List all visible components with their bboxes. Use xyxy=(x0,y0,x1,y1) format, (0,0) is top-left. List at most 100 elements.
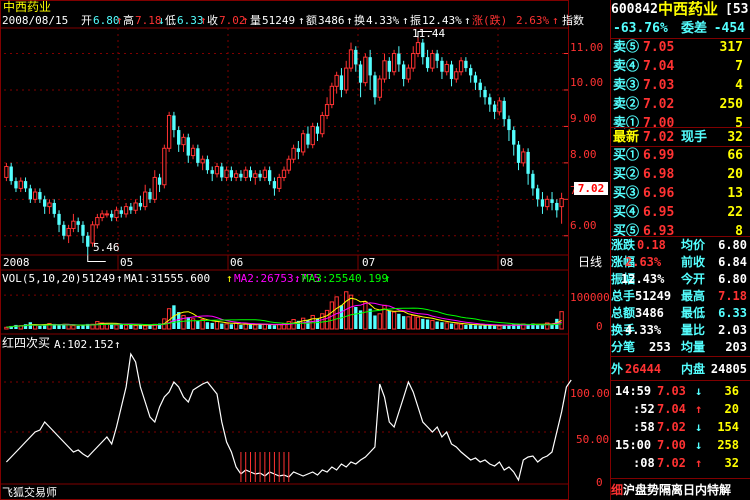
volume-bar xyxy=(186,317,190,329)
candle-body xyxy=(358,64,363,83)
ask-row[interactable]: 卖③ 7.03 4 xyxy=(611,76,750,95)
volume-bar xyxy=(468,324,473,329)
stat-row: 换手 4.33% 量比 2.03 xyxy=(611,322,750,339)
bid-price: 6.95 xyxy=(643,205,675,220)
stat-label: 今开 xyxy=(681,272,706,286)
candle-body xyxy=(401,64,406,80)
candle-body xyxy=(531,173,535,189)
ask-row[interactable]: 卖④ 7.04 7 xyxy=(611,57,750,76)
volume-bar xyxy=(71,325,76,330)
volume-bar xyxy=(397,313,401,329)
quote-footer[interactable]: 细 沪盘势隔离日内特解 xyxy=(611,482,750,499)
footer-tag[interactable]: 细 xyxy=(611,482,623,498)
bid-row[interactable]: 买④ 6.95 22 xyxy=(611,203,750,222)
tick-down-arrow-icon: ↓ xyxy=(695,438,703,452)
divider xyxy=(611,380,750,381)
stat-label: 前收 xyxy=(681,255,706,269)
volume-bar xyxy=(248,324,253,329)
candle-body xyxy=(521,151,526,164)
period-label[interactable]: 日线 xyxy=(578,256,602,269)
candle-body xyxy=(186,137,190,156)
candle-body xyxy=(119,210,123,214)
vol-ma3-label: MA3:25540.199 xyxy=(302,272,389,285)
candle-body xyxy=(373,75,377,98)
volume-bar xyxy=(401,316,406,329)
header-amount-arrow: ↑ xyxy=(346,14,353,27)
candle-body xyxy=(488,97,492,105)
header-vol: 51249 xyxy=(262,14,296,27)
tick-row: 14:59 7.03 ↓ 36 xyxy=(611,383,750,400)
tick-row: :58 7.02 ↓ 154 xyxy=(611,419,750,436)
tick-time: :08 xyxy=(633,456,655,470)
quote-panel: 600842 中西药业 [53 -63.76% 委差 -454 卖⑤ 7.05 … xyxy=(610,0,750,500)
header-high-up-arrow: ↑ xyxy=(116,14,123,27)
stat-label: 均量 xyxy=(681,340,706,354)
candle-body xyxy=(18,180,23,189)
x-tick: 08 xyxy=(500,256,514,269)
vol-indicator-label: VOL(5,10,20) xyxy=(2,272,82,285)
candle-body xyxy=(262,169,268,178)
header-index-label: 指数 xyxy=(562,14,584,27)
ask-row[interactable]: 卖⑤ 7.05 317 xyxy=(611,38,750,57)
candle-body xyxy=(166,114,172,149)
candle-body xyxy=(133,202,138,211)
price-tick: 6.00 xyxy=(570,219,597,232)
candle-body xyxy=(172,115,176,131)
candle-body xyxy=(291,147,296,160)
bid-row[interactable]: 买② 6.98 20 xyxy=(611,165,750,184)
candle-body xyxy=(190,147,196,157)
candle-body xyxy=(425,57,430,69)
candle-body xyxy=(300,133,306,153)
candle-body xyxy=(464,60,468,69)
hand-value: 32 xyxy=(727,130,743,145)
candle-body xyxy=(114,209,119,219)
tick-row: :52 7.04 ↑ 20 xyxy=(611,401,750,418)
volume-bar xyxy=(253,324,258,330)
volume-bar xyxy=(123,324,129,330)
ask-row[interactable]: 卖② 7.02 250 xyxy=(611,95,750,114)
volume-bar xyxy=(449,323,454,329)
volume-bar xyxy=(143,325,148,330)
stat-label: 总手 xyxy=(611,289,636,303)
candle-body xyxy=(23,181,28,189)
candle-body xyxy=(415,42,421,55)
footer-text[interactable]: 沪盘势隔离日内特解 xyxy=(623,482,731,498)
candle-body xyxy=(28,188,32,200)
ask-price: 7.05 xyxy=(643,40,675,55)
stat-value: 12.43% xyxy=(621,272,665,286)
max-price-label: 11.44 xyxy=(412,27,446,40)
bid-row[interactable]: 买③ 6.96 13 xyxy=(611,184,750,203)
volume-bar xyxy=(233,322,239,330)
candle-body xyxy=(344,67,349,91)
candle-body xyxy=(243,169,248,178)
volume-bar xyxy=(425,319,430,329)
bid-vol: 13 xyxy=(727,186,743,201)
kline-chart[interactable] xyxy=(0,0,610,500)
indicator-value: A:102.152 xyxy=(54,338,114,351)
volume-bar xyxy=(377,313,382,330)
tick-vol: 20 xyxy=(724,402,739,416)
candle-body xyxy=(239,173,243,178)
candle-body xyxy=(99,213,105,219)
candle-body xyxy=(62,224,66,236)
candle-body xyxy=(449,64,454,80)
ask-label: 卖② xyxy=(613,97,640,112)
candle-body xyxy=(368,57,372,76)
chart-area[interactable]: 中西药业 2008/08/15 开 6.80 ↑ 高 7.18 ↓ 低 6.33… xyxy=(0,0,610,500)
candle-body xyxy=(440,60,444,72)
candle-body xyxy=(540,199,545,207)
candle-body xyxy=(296,148,301,152)
stat-value: 6.33 xyxy=(718,306,747,320)
candle-body xyxy=(526,151,530,174)
bid-row[interactable]: 买① 6.99 66 xyxy=(611,146,750,165)
price-tick: 10.00 xyxy=(570,76,604,89)
indicator-tick: 50.00 xyxy=(576,433,610,446)
candle-body xyxy=(47,202,52,208)
candle-body xyxy=(478,82,482,90)
volume-bar xyxy=(497,325,502,330)
tick-time: :58 xyxy=(633,420,655,434)
volume-bar xyxy=(411,314,416,330)
ask-vol: 7 xyxy=(735,59,743,74)
volume-bar xyxy=(148,325,152,329)
header-change: 2.63% xyxy=(516,14,550,27)
